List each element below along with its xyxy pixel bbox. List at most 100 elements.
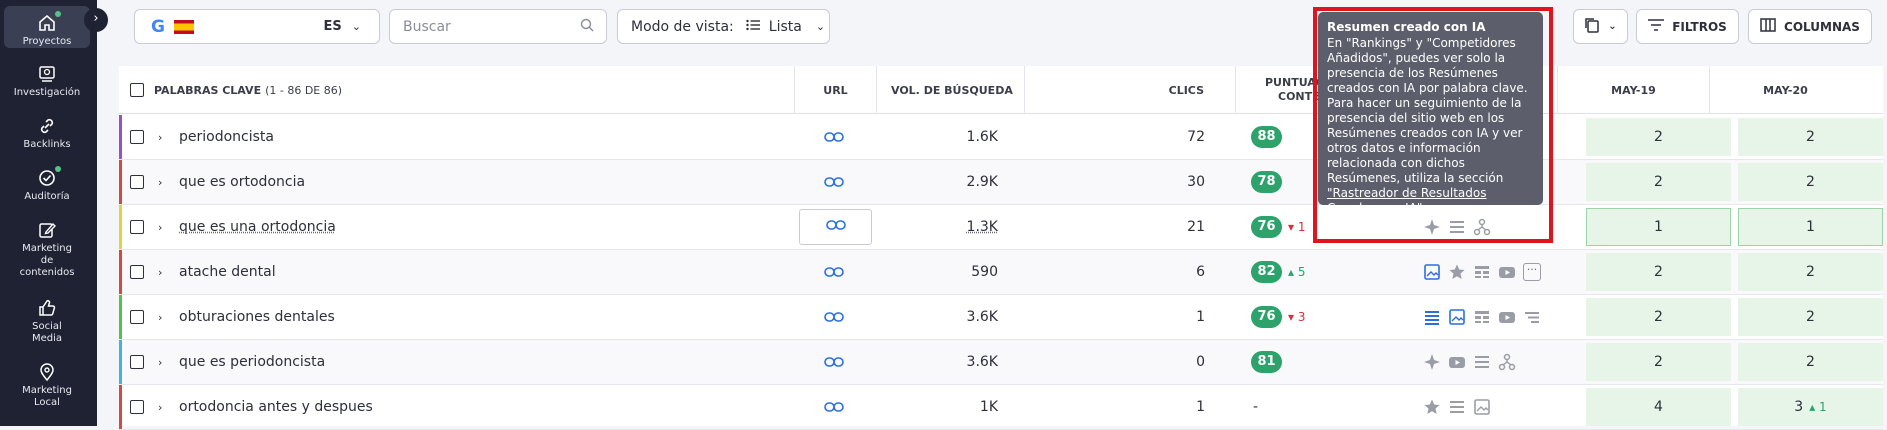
row-checkbox[interactable] xyxy=(130,340,144,384)
star-icon[interactable] xyxy=(1448,263,1466,281)
ai-overview-icon[interactable] xyxy=(1423,353,1441,371)
sidebar-item-investigacion[interactable]: Investigación xyxy=(4,64,90,99)
video-icon[interactable] xyxy=(1498,263,1516,281)
header-date-label: MAY-20 xyxy=(1763,84,1808,97)
filters-button[interactable]: FILTROS xyxy=(1636,9,1739,44)
header-volume[interactable]: VOL. DE BÚSQUEDA xyxy=(877,66,1025,114)
url-link-button[interactable] xyxy=(799,209,872,245)
featured-snippet-icon[interactable] xyxy=(1423,308,1441,326)
content-score: 81 xyxy=(1251,340,1282,384)
table-row[interactable]: › ortodoncia antes y despues 1K 1 - 4 3 … xyxy=(119,385,1883,430)
table-row[interactable]: › que es ortodoncia 2.9K 30 78 2 2 xyxy=(119,160,1883,205)
row-checkbox[interactable] xyxy=(130,250,144,294)
table-row[interactable]: › que es una ortodoncia 1.3K 21 76 ▾ 1 1… xyxy=(119,205,1883,250)
url-link-icon[interactable] xyxy=(824,115,844,159)
sidebar-item-label: Investigación xyxy=(14,87,80,98)
export-dropdown-button[interactable]: ⌄ xyxy=(1573,9,1628,44)
position-delta: ▴ 1 xyxy=(1809,400,1826,414)
row-checkbox[interactable] xyxy=(130,295,144,339)
tooltip-end: . xyxy=(1422,201,1426,215)
position-may19: 2 xyxy=(1586,343,1731,381)
url-link-icon[interactable] xyxy=(824,295,844,339)
image-pack-icon[interactable] xyxy=(1473,398,1491,416)
sidebar-item-backlinks[interactable]: Backlinks xyxy=(4,116,90,151)
keyword[interactable]: periodoncista xyxy=(179,115,274,159)
sidebar-item-auditoria[interactable]: Auditoría xyxy=(4,168,90,203)
url-link-icon[interactable] xyxy=(824,385,844,429)
table-row[interactable]: › obturaciones dentales 3.6K 1 76 ▾ 3 2 … xyxy=(119,295,1883,340)
search-icon xyxy=(580,18,594,36)
sidebar-item-label: Social Media xyxy=(22,321,72,345)
video-icon[interactable] xyxy=(1448,353,1466,371)
url-link-icon[interactable] xyxy=(824,250,844,294)
sidebar-item-label: Marketing Local xyxy=(17,385,77,409)
url-link-icon[interactable] xyxy=(824,340,844,384)
lines-icon[interactable] xyxy=(1473,353,1491,371)
position-may20: 1 xyxy=(1738,208,1883,246)
keywords-table: PALABRAS CLAVE (1 - 86 DE 86) URL VOL. D… xyxy=(119,66,1883,426)
lines-icon[interactable] xyxy=(1448,398,1466,416)
expand-chevron-icon[interactable]: › xyxy=(158,205,162,249)
row-checkbox[interactable] xyxy=(130,385,144,429)
expand-chevron-icon[interactable]: › xyxy=(158,295,162,339)
expand-chevron-icon[interactable]: › xyxy=(158,115,162,159)
filters-label: FILTROS xyxy=(1672,20,1727,34)
position-may20: 2 xyxy=(1738,298,1883,336)
tooltip-link[interactable]: "Rastreador de Resultados Creados con IA… xyxy=(1327,186,1486,215)
score-badge: 76 xyxy=(1251,306,1282,328)
table-row[interactable]: › que es periodoncista 3.6K 0 81 2 2 xyxy=(119,340,1883,385)
position-may20: 2 xyxy=(1738,163,1883,201)
list-lines-icon[interactable] xyxy=(1523,308,1541,326)
header-url-label: URL xyxy=(823,84,847,97)
sidebar-item-label: Proyectos xyxy=(23,36,72,47)
row-checkbox[interactable] xyxy=(130,115,144,159)
sidebar-item-proyectos[interactable]: Proyectos xyxy=(4,6,90,48)
keyword[interactable]: atache dental xyxy=(179,250,276,294)
google-icon: G xyxy=(151,17,165,37)
header-clicks[interactable]: CLICS xyxy=(1025,66,1236,114)
header-url[interactable]: URL xyxy=(795,66,877,114)
sidebar-item-marketing-contenidos[interactable]: Marketing de contenidos xyxy=(4,220,90,279)
audit-icon xyxy=(37,168,57,188)
keyword[interactable]: obturaciones dentales xyxy=(179,295,335,339)
sidebar-item-label: Auditoría xyxy=(24,191,69,202)
keyword[interactable]: ortodoncia antes y despues xyxy=(179,385,373,429)
filter-icon xyxy=(1648,19,1664,34)
expand-chevron-icon[interactable]: › xyxy=(158,340,162,384)
header-date-may19[interactable]: MAY-19 xyxy=(1558,66,1710,114)
sidebar-item-social-media[interactable]: Social Media xyxy=(4,298,90,345)
header-keywords[interactable]: PALABRAS CLAVE (1 - 86 DE 86) xyxy=(119,66,795,114)
sidebar-item-marketing-local[interactable]: Marketing Local xyxy=(4,362,90,409)
search-engine-selector[interactable]: G ES ⌄ xyxy=(134,9,380,44)
more-icon[interactable]: ··· xyxy=(1523,263,1541,281)
image-pack-icon[interactable] xyxy=(1423,263,1441,281)
columns-button[interactable]: COLUMNAS xyxy=(1748,9,1872,44)
row-checkbox[interactable] xyxy=(130,160,144,204)
view-mode-selector[interactable]: Modo de vista: Lista ⌄ xyxy=(617,9,830,44)
keyword[interactable]: que es una ortodoncia xyxy=(179,205,336,249)
star-icon[interactable] xyxy=(1423,398,1441,416)
position-may19: 4 xyxy=(1586,388,1731,426)
sidebar-collapse-button[interactable]: › xyxy=(84,8,108,32)
keyword[interactable]: que es ortodoncia xyxy=(179,160,305,204)
video-icon[interactable] xyxy=(1498,308,1516,326)
expand-chevron-icon[interactable]: › xyxy=(158,160,162,204)
home-icon xyxy=(37,13,57,33)
spain-flag-icon xyxy=(174,20,194,34)
search-input[interactable]: Buscar xyxy=(389,9,607,44)
table-icon[interactable] xyxy=(1473,308,1491,326)
volume: 1.6K xyxy=(877,115,998,159)
sitemap-icon[interactable] xyxy=(1498,353,1516,371)
url-link-icon[interactable] xyxy=(824,160,844,204)
row-checkbox[interactable] xyxy=(130,205,144,249)
expand-chevron-icon[interactable]: › xyxy=(158,250,162,294)
image-pack-icon[interactable] xyxy=(1448,308,1466,326)
expand-chevron-icon[interactable]: › xyxy=(158,385,162,429)
header-date-may20[interactable]: MAY-20 xyxy=(1710,66,1883,114)
keyword[interactable]: que es periodoncista xyxy=(179,340,325,384)
select-all-checkbox[interactable] xyxy=(130,83,144,97)
header-clicks-label: CLICS xyxy=(1169,84,1204,97)
table-row[interactable]: › atache dental 590 6 82 ▴ 5 ··· 2 2 xyxy=(119,250,1883,295)
table-row[interactable]: › periodoncista 1.6K 72 88 2 2 xyxy=(119,115,1883,160)
table-icon[interactable] xyxy=(1473,263,1491,281)
